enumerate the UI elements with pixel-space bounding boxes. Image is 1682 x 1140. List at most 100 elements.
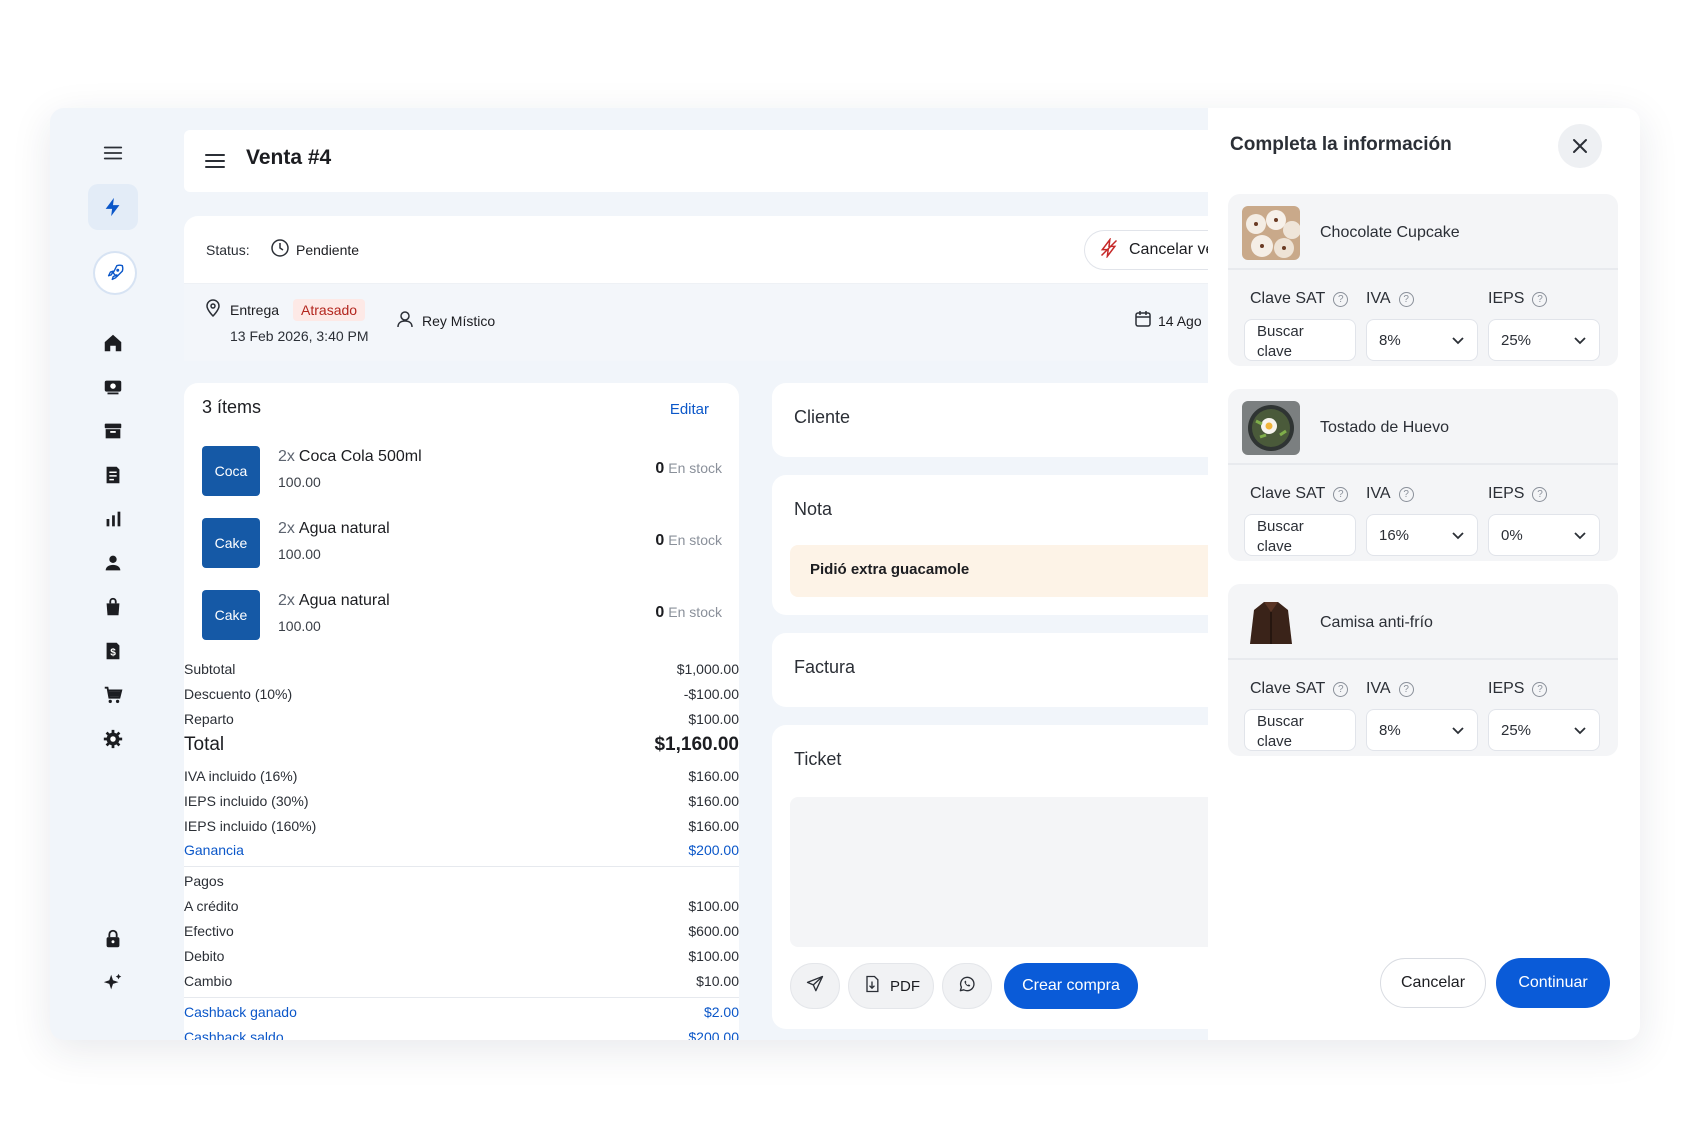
help-icon[interactable]: ? [1532, 681, 1548, 697]
chevron-down-icon [1573, 722, 1587, 739]
summary-label: A crédito [184, 898, 239, 914]
select-value: 25% [1501, 331, 1532, 349]
help-icon[interactable]: ? [1398, 291, 1414, 307]
help-icon[interactable]: ? [1333, 291, 1349, 307]
item-thumbnail: Cake [202, 590, 260, 640]
summary-cash: Efectivo $600.00 [184, 923, 739, 939]
summary-value: $160.00 [688, 818, 739, 834]
cancel-button[interactable]: Cancelar [1380, 958, 1486, 1008]
iva-select[interactable]: 8% [1366, 709, 1478, 751]
help-icon[interactable]: ? [1532, 486, 1548, 502]
summary-label: Ganancia [184, 842, 244, 858]
summary-label: Descuento (10%) [184, 686, 293, 702]
calendar-icon [1134, 310, 1152, 331]
delivery-datetime: 13 Feb 2026, 3:40 PM [230, 328, 369, 344]
lock-icon[interactable] [88, 916, 138, 962]
rocket-icon[interactable] [95, 253, 135, 293]
register-icon[interactable] [88, 364, 138, 410]
field-label: Clave SAT [1250, 485, 1326, 502]
ieps-select[interactable]: 25% [1488, 709, 1600, 751]
home-icon[interactable] [88, 320, 138, 366]
send-icon [805, 974, 825, 998]
product-header: Tostado de Huevo [1228, 389, 1618, 465]
settings-icon[interactable] [88, 716, 138, 762]
whatsapp-button[interactable] [942, 963, 992, 1009]
divider [184, 866, 739, 867]
ieps-label: IEPS? [1488, 680, 1548, 698]
clave-sat-label: Clave SAT? [1250, 680, 1349, 698]
stock-label: En stock [668, 604, 722, 620]
product-header: Camisa anti-frío [1228, 584, 1618, 660]
item-stock: 0 En stock [655, 532, 722, 550]
invoice-icon[interactable]: $ [88, 628, 138, 674]
item-qty: 2x [278, 520, 295, 537]
delivery-row: Entrega Atrasado 13 Feb 2026, 3:40 PM Re… [184, 283, 1274, 361]
tax-info-panel: Completa la información Chocolate Cupcak… [1208, 108, 1640, 1040]
item-qty: 2x [278, 448, 295, 465]
items-card: 3 ítems Editar Coca 2x Coca Cola 500ml 10… [184, 383, 739, 1040]
invoice-title: Factura [794, 657, 856, 677]
create-purchase-button[interactable]: Crear compra [1004, 963, 1138, 1009]
help-icon[interactable]: ? [1333, 681, 1349, 697]
send-button[interactable] [790, 963, 840, 1009]
select-value: 16% [1379, 526, 1410, 544]
item-title: Coca Cola 500ml [298, 448, 422, 465]
summary-cashback-balance[interactable]: Cashback saldo $200.00 [184, 1029, 739, 1040]
summary-label: Reparto [184, 711, 234, 727]
summary-value: $100.00 [688, 948, 739, 964]
help-icon[interactable]: ? [1398, 486, 1414, 502]
cart-icon[interactable] [88, 672, 138, 718]
note-text: Pidió extra guacamole [790, 545, 1272, 597]
user-outline-icon [396, 310, 416, 331]
clave-sat-input[interactable]: Buscar clave [1244, 709, 1356, 751]
sale-detail: Venta #4 Status: Pendiente Cancelar ve E… [184, 108, 1274, 1040]
location-icon [204, 298, 222, 321]
ieps-label: IEPS? [1488, 485, 1548, 503]
ieps-select[interactable]: 25% [1488, 319, 1600, 361]
summary-delivery: Reparto $100.00 [184, 711, 739, 727]
receipt-icon[interactable] [88, 452, 138, 498]
sparkles-icon[interactable] [88, 960, 138, 1006]
bolt-icon[interactable] [88, 184, 138, 230]
clave-sat-input[interactable]: Buscar clave [1244, 514, 1356, 556]
menu-icon[interactable] [88, 130, 138, 176]
select-value: 0% [1501, 526, 1523, 544]
summary-cashback-earned[interactable]: Cashback ganado $2.00 [184, 1004, 739, 1020]
summary-value: $200.00 [688, 842, 739, 858]
ieps-select[interactable]: 0% [1488, 514, 1600, 556]
field-label: Clave SAT [1250, 290, 1326, 307]
summary-ieps-30: IEPS incluido (30%) $160.00 [184, 793, 739, 809]
list-item[interactable]: Cake 2x Agua natural 100.00 0 En stock [202, 590, 722, 640]
chevron-down-icon [1451, 332, 1465, 349]
menu-icon[interactable] [204, 152, 226, 175]
invoice-card: Factura Añ [772, 633, 1272, 707]
sale-header: Venta #4 [184, 130, 1274, 192]
summary-label: Cashback saldo [184, 1029, 284, 1040]
clave-sat-input[interactable]: Buscar clave [1244, 319, 1356, 361]
archive-icon[interactable] [88, 408, 138, 454]
summary-profit[interactable]: Ganancia $200.00 [184, 842, 739, 858]
help-icon[interactable]: ? [1333, 486, 1349, 502]
help-icon[interactable]: ? [1532, 291, 1548, 307]
bag-icon[interactable] [88, 584, 138, 630]
iva-select[interactable]: 16% [1366, 514, 1478, 556]
ticket-preview [790, 797, 1272, 947]
close-icon[interactable] [1558, 124, 1602, 168]
chart-icon[interactable] [88, 496, 138, 542]
user-icon[interactable] [88, 540, 138, 586]
summary-value: -$100.00 [683, 686, 739, 702]
edit-items-link[interactable]: Editar [670, 401, 709, 418]
status-value: Pendiente [270, 238, 359, 261]
item-title: Agua natural [298, 520, 390, 537]
list-item[interactable]: Coca 2x Coca Cola 500ml 100.00 0 En stock [202, 446, 722, 496]
iva-select[interactable]: 8% [1366, 319, 1478, 361]
list-item[interactable]: Cake 2x Agua natural 100.00 0 En stock [202, 518, 722, 568]
client-card: Cliente Añ [772, 383, 1272, 457]
pdf-button[interactable]: PDF [848, 963, 934, 1009]
continue-button[interactable]: Continuar [1496, 958, 1610, 1008]
summary-value: $160.00 [688, 768, 739, 784]
help-icon[interactable]: ? [1398, 681, 1414, 697]
note-title: Nota [794, 499, 833, 519]
summary-label: Efectivo [184, 923, 234, 939]
ticket-title: Ticket [794, 749, 842, 769]
